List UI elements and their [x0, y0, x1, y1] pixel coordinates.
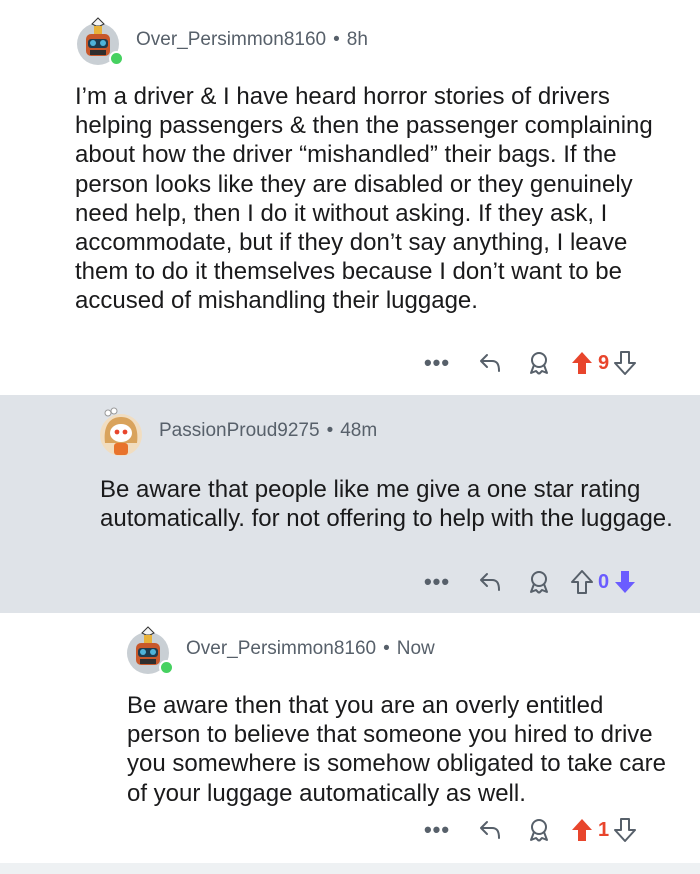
username[interactable]: Over_Persimmon8160	[136, 29, 326, 51]
username[interactable]: Over_Persimmon8160	[186, 638, 376, 660]
comment-body: I’m a driver & I have heard horror stori…	[75, 83, 653, 315]
username[interactable]: PassionProud9275	[159, 420, 320, 442]
timestamp: 8h	[346, 29, 368, 50]
more-icon[interactable]: •••	[424, 350, 450, 376]
avatar[interactable]	[97, 403, 145, 459]
avatar[interactable]	[124, 621, 174, 677]
separator: •	[383, 638, 390, 659]
vote-score: 0	[598, 570, 610, 593]
comment-body: Be aware then that you are an overly ent…	[127, 692, 666, 807]
upvote-icon[interactable]	[570, 350, 594, 376]
award-icon[interactable]	[526, 350, 552, 376]
timestamp: 48m	[340, 420, 378, 441]
more-icon[interactable]: •••	[424, 817, 450, 843]
bottom-strip	[0, 863, 700, 874]
comment-actions: ••• 9	[424, 350, 637, 376]
reply-icon[interactable]	[478, 352, 502, 374]
upvote-icon[interactable]	[570, 817, 594, 843]
timestamp: Now	[396, 638, 435, 659]
separator: •	[333, 29, 340, 50]
vote-score: 1	[598, 818, 610, 841]
avatar[interactable]	[74, 12, 124, 68]
separator: •	[326, 420, 334, 441]
downvote-icon[interactable]	[613, 350, 637, 376]
comment-actions: ••• 0	[424, 569, 637, 595]
comment: Over_Persimmon8160 • Now Be aware then t…	[0, 613, 700, 863]
reply-icon[interactable]	[478, 819, 502, 841]
comment-body: Be aware that people like me give a one …	[100, 476, 673, 533]
more-icon[interactable]: •••	[424, 569, 450, 595]
upvote-icon[interactable]	[570, 569, 594, 595]
award-icon[interactable]	[526, 569, 552, 595]
comment-header: Over_Persimmon8160 • Now	[124, 621, 435, 677]
comment-header: Over_Persimmon8160 • 8h	[74, 12, 368, 68]
vote-score: 9	[598, 351, 610, 374]
reply-icon[interactable]	[478, 571, 502, 593]
comment-actions: ••• 1	[424, 817, 637, 843]
downvote-icon[interactable]	[613, 817, 637, 843]
online-status-indicator	[159, 660, 174, 675]
award-icon[interactable]	[526, 817, 552, 843]
downvote-icon[interactable]	[613, 569, 637, 595]
online-status-indicator	[109, 51, 124, 66]
comment-header: PassionProud9275 • 48m	[97, 403, 377, 459]
comment-highlighted: PassionProud9275 • 48m Be aware that peo…	[0, 395, 700, 613]
comment: Over_Persimmon8160 • 8h I’m a driver & I…	[0, 0, 700, 395]
